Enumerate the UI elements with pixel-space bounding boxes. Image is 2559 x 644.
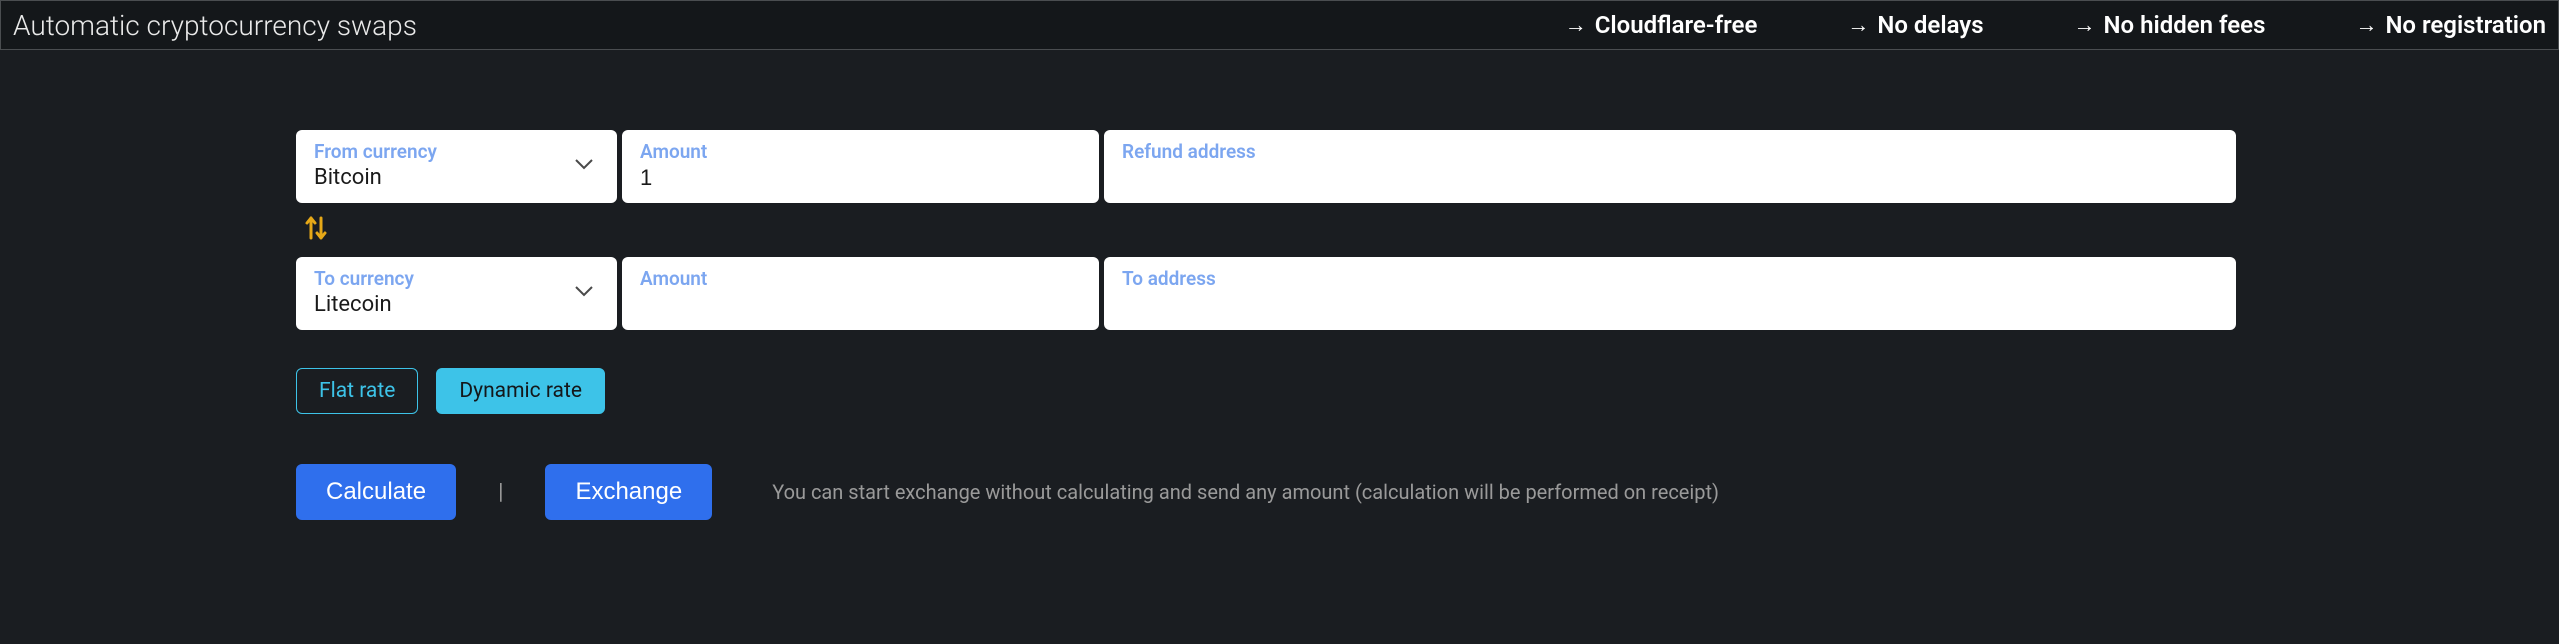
chevron-down-icon — [569, 158, 599, 170]
field-label: From currency — [314, 140, 569, 163]
dynamic-rate-button[interactable]: Dynamic rate — [436, 368, 605, 414]
from-amount-input[interactable] — [640, 165, 1081, 191]
feature-cloudflare-free: → Cloudflare-free — [1565, 11, 1758, 39]
feature-label: No hidden fees — [2104, 11, 2266, 39]
feature-label: No delays — [1877, 11, 1983, 39]
feature-no-hidden-fees: → No hidden fees — [2074, 11, 2266, 39]
arrow-right-icon: → — [1565, 12, 1587, 38]
to-address-input[interactable] — [1122, 292, 2218, 318]
to-currency-value: Litecoin — [314, 292, 569, 317]
to-amount-field[interactable]: Amount — [622, 257, 1099, 330]
feature-label: Cloudflare-free — [1595, 11, 1758, 39]
from-amount-field[interactable]: Amount — [622, 130, 1099, 203]
from-currency-select[interactable]: From currency Bitcoin — [296, 130, 617, 203]
feature-no-delays: → No delays — [1847, 11, 1983, 39]
main-content: From currency Bitcoin Amount Refund addr… — [0, 50, 2240, 520]
swap-direction-button[interactable] — [301, 213, 2240, 247]
from-currency-value: Bitcoin — [314, 165, 569, 190]
calculate-button[interactable]: Calculate — [296, 464, 456, 520]
feature-label: No registration — [2385, 11, 2546, 39]
refund-address-input[interactable] — [1122, 165, 2218, 191]
field-label: Amount — [640, 140, 1081, 163]
to-address-field[interactable]: To address — [1104, 257, 2236, 330]
refund-address-field[interactable]: Refund address — [1104, 130, 2236, 203]
field-label: To currency — [314, 267, 569, 290]
to-row: To currency Litecoin Amount To address — [296, 257, 2240, 330]
chevron-down-icon — [569, 285, 599, 297]
arrow-right-icon: → — [1847, 12, 1869, 38]
field-label: Refund address — [1122, 140, 2218, 163]
arrow-right-icon: → — [2355, 12, 2377, 38]
feature-no-registration: → No registration — [2355, 11, 2546, 39]
arrow-right-icon: → — [2074, 12, 2096, 38]
features-list: → Cloudflare-free → No delays → No hidde… — [1565, 11, 2546, 39]
to-amount-input[interactable] — [640, 292, 1081, 318]
page-title: Automatic cryptocurrency swaps — [13, 9, 417, 42]
field-label: Amount — [640, 267, 1081, 290]
topbar: Automatic cryptocurrency swaps → Cloudfl… — [0, 0, 2559, 50]
action-row: Calculate | Exchange You can start excha… — [296, 464, 2240, 520]
flat-rate-button[interactable]: Flat rate — [296, 368, 418, 414]
from-row: From currency Bitcoin Amount Refund addr… — [296, 130, 2240, 203]
exchange-button[interactable]: Exchange — [545, 464, 712, 520]
divider: | — [498, 480, 503, 505]
to-currency-select[interactable]: To currency Litecoin — [296, 257, 617, 330]
hint-text: You can start exchange without calculati… — [772, 480, 1719, 504]
rate-type-row: Flat rate Dynamic rate — [296, 368, 2240, 414]
field-label: To address — [1122, 267, 2218, 290]
